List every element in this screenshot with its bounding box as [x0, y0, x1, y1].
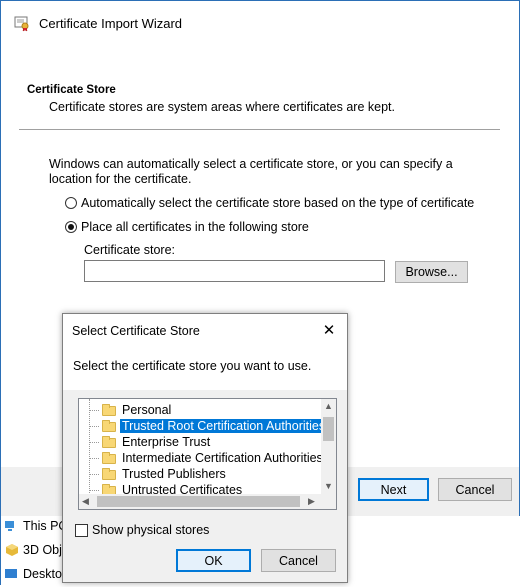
vertical-scrollbar[interactable]: ▲ ▼ [321, 399, 336, 495]
3d-objects-icon [5, 544, 19, 556]
auto-select-radio[interactable] [65, 197, 77, 209]
tree-item-label: Trusted Root Certification Authorities [118, 418, 322, 434]
next-button[interactable]: Next [358, 478, 429, 501]
certificate-store-label: Certificate store: [84, 243, 176, 257]
scrollbar-corner [321, 494, 336, 509]
desktop-icon [5, 568, 19, 580]
scroll-left-icon[interactable]: ◀ [82, 496, 89, 507]
section-description: Certificate stores are system areas wher… [49, 100, 395, 114]
tree-branch [89, 474, 99, 475]
tree-item[interactable]: Trusted Root Certification Authorities [79, 418, 322, 434]
scroll-right-icon[interactable]: ▶ [308, 496, 315, 507]
nav-item-desktop[interactable]: Desktop [5, 567, 69, 581]
place-all-radio[interactable] [65, 221, 77, 233]
info-text: Windows can automatically select a certi… [49, 157, 453, 186]
nav-item-this-pc[interactable]: This PC [5, 519, 67, 533]
horizontal-scrollbar[interactable]: ◀ ▶ [79, 494, 322, 509]
horizontal-scroll-thumb[interactable] [97, 496, 300, 507]
scroll-down-icon[interactable]: ▼ [324, 481, 333, 491]
tree-item[interactable]: Enterprise Trust [79, 434, 322, 450]
place-all-label: Place all certificates in the following … [81, 220, 309, 234]
folder-icon [102, 404, 116, 416]
computer-icon [5, 520, 19, 532]
window-title: Certificate Import Wizard [39, 16, 183, 31]
tree-branch [89, 442, 99, 443]
auto-select-option[interactable]: Automatically select the certificate sto… [65, 196, 474, 210]
tree-branch [89, 490, 99, 491]
folder-icon [102, 420, 116, 432]
auto-select-label: Automatically select the certificate sto… [81, 196, 475, 210]
certificate-store-field[interactable] [84, 260, 385, 282]
tree-branch [89, 426, 99, 427]
tree-item[interactable]: Intermediate Certification Authorities [79, 450, 322, 466]
nav-item-label: This PC [23, 519, 68, 533]
dialog-title: Select Certificate Store [72, 324, 200, 338]
folder-icon [102, 436, 116, 448]
folder-icon [102, 452, 116, 464]
section-title: Certificate Store [27, 84, 116, 96]
tree-item-label: Enterprise Trust [122, 435, 211, 449]
folder-icon [102, 468, 116, 480]
tree-branch [89, 410, 99, 411]
tree-branch [89, 458, 99, 459]
vertical-scroll-thumb[interactable] [323, 417, 334, 441]
tree-items: Personal Trusted Root Certification Autho… [79, 399, 322, 495]
show-physical-stores-checkbox[interactable] [75, 523, 88, 537]
close-icon[interactable]: ✕ [321, 321, 337, 339]
show-physical-stores-option[interactable]: Show physical stores [75, 523, 209, 537]
dialog-prompt: Select the certificate store you want to… [73, 359, 312, 373]
title-bar: Certificate Import Wizard [1, 1, 519, 47]
tree-item-label: Personal [122, 403, 172, 417]
show-physical-stores-label: Show physical stores [92, 523, 210, 537]
scroll-up-icon[interactable]: ▲ [324, 401, 333, 411]
cancel-button[interactable]: Cancel [438, 478, 512, 501]
browse-button[interactable]: Browse... [395, 261, 468, 283]
tree-item[interactable]: Trusted Publishers [79, 466, 322, 482]
ok-button[interactable]: OK [176, 549, 251, 572]
select-certificate-store-dialog: Select Certificate Store ✕ Select the ce… [62, 313, 348, 583]
place-all-option[interactable]: Place all certificates in the following … [65, 220, 309, 234]
tree-item-label: Trusted Publishers [122, 467, 226, 481]
certificate-icon [13, 14, 31, 32]
tree-item[interactable]: Personal [79, 402, 322, 418]
divider [19, 129, 500, 130]
dialog-title-bar: Select Certificate Store ✕ [63, 314, 347, 350]
dialog-cancel-button[interactable]: Cancel [261, 549, 336, 572]
nav-item-3d-objects[interactable]: 3D Obje [5, 543, 69, 557]
certificate-store-tree[interactable]: Personal Trusted Root Certification Autho… [78, 398, 337, 510]
tree-item-label: Intermediate Certification Authorities [122, 451, 322, 465]
